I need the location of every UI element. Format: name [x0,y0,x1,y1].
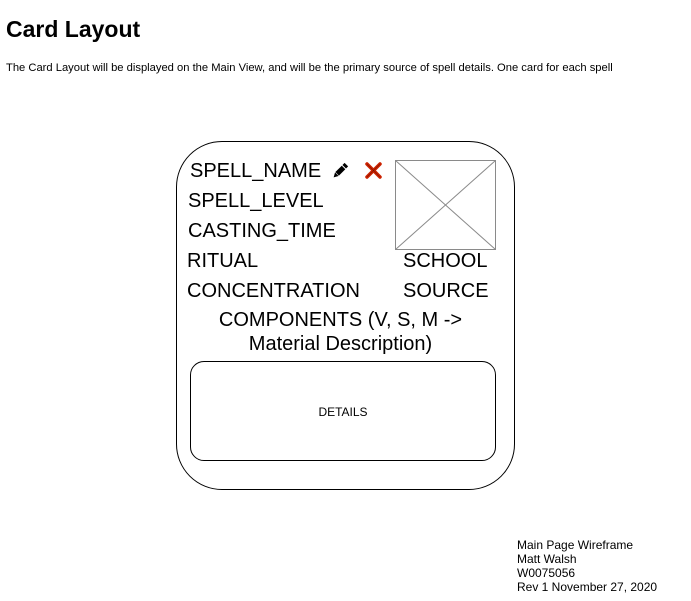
image-placeholder-icon [395,160,496,250]
footer-line-revision: Rev 1 November 27, 2020 [517,580,658,594]
details-box[interactable]: DETAILS [190,361,496,461]
spell-name-label: SPELL_NAME [190,160,322,182]
details-label: DETAILS [318,405,368,419]
spell-level-label: SPELL_LEVEL [188,190,324,212]
concentration-label: CONCENTRATION [187,280,360,302]
casting-time-label: CASTING_TIME [188,220,336,242]
components-line-2: Material Description) [248,333,433,355]
components-text: COMPONENTS (V, S, M -> Material Descript… [176,308,505,356]
footer-line-author: Matt Walsh [517,552,577,566]
footer-line-id: W0075056 [517,566,576,580]
source-label: SOURCE [403,280,489,302]
ritual-label: RITUAL [187,250,259,272]
page-description: The Card Layout will be displayed on the… [6,62,613,74]
page-title: Card Layout [6,16,141,42]
footer-info: Main Page Wireframe Matt Walsh W0075056 … [517,538,657,594]
footer-line-title: Main Page Wireframe [517,538,634,552]
close-icon[interactable] [363,160,384,181]
school-label: SCHOOL [403,250,488,272]
pencil-icon[interactable] [329,160,351,182]
components-line-1: COMPONENTS (V, S, M -> [218,309,463,331]
